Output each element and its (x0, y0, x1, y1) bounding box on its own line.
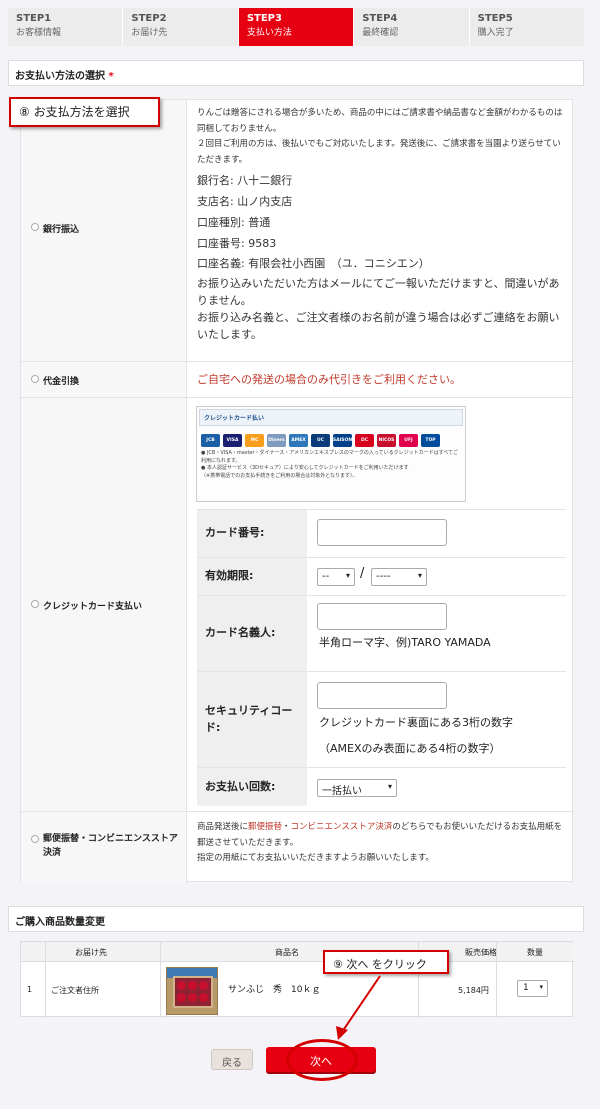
diners-logo-icon: Diners (267, 434, 286, 447)
annotation-circle (286, 1039, 358, 1081)
cod-radio[interactable] (31, 375, 39, 383)
security-code-input[interactable] (317, 682, 447, 709)
back-button[interactable]: 戻る (211, 1049, 253, 1070)
expiry-month-select[interactable]: -- ▾ (317, 568, 355, 586)
annotation-click-next: ⑨ 次へ をクリック (323, 950, 449, 974)
cod-note: ご自宅への発送の場合のみ代引きをご利用ください。 (197, 373, 461, 386)
required-mark: * (108, 71, 114, 82)
step-3-current: STEP3 支払い方法 (238, 8, 355, 46)
quantity-select[interactable]: 1 ▾ (517, 980, 548, 997)
credit-radio[interactable] (31, 600, 39, 608)
ufj-logo-icon: UFJ (399, 434, 418, 447)
product-name: サンふじ 秀 10ｋｇ (228, 985, 321, 995)
step-2: STEP2 お届け先 (123, 8, 239, 46)
bank-account-number: 口座番号: 9583 (197, 236, 277, 250)
uc-logo-icon: UC (311, 434, 330, 447)
installments-row: お支払い回数: 一括払い ▾ (197, 767, 566, 806)
saison-logo-icon: SAISON (333, 434, 352, 447)
card-number-row: カード番号: (197, 509, 566, 557)
bank-account-type: 口座種別: 普通 (197, 215, 271, 229)
card-holder-row: カード名義人: 半角ローマ字、例)TARO YAMADA (197, 595, 566, 671)
mastercard-logo-icon: MC (245, 434, 264, 447)
product-price: 5,184円 (458, 986, 489, 995)
postal-radio[interactable] (31, 835, 39, 843)
chevron-down-icon: ▾ (539, 983, 543, 991)
credit-card-form: カード番号: 有効期限: -- ▾ / ---- ▾ カード名義人: 半角ローマ字、… (197, 509, 566, 806)
chevron-down-icon: ▾ (345, 571, 350, 580)
payment-option-postal[interactable]: 郵便振替・コンビニエンスストア決済 商品発送後に郵便振替・コンビニエンスストア決… (21, 812, 574, 883)
visa-logo-icon: VISA (223, 434, 242, 447)
bank-account-name: 口座名義: 有限会社小西園 （ユ．コニシエン） (197, 257, 430, 271)
nicos-logo-icon: NICOS (377, 434, 396, 447)
order-table: お届け先 商品名 販売価格 数量 1 ご注文者住所 サンふじ 秀 10ｋｇ 5,… (20, 941, 574, 1018)
installments-select[interactable]: 一括払い ▾ (317, 779, 397, 797)
step-progress-bar: STEP1 お客様情報 STEP2 お届け先 STEP3 支払い方法 STEP4 最終確… (8, 8, 584, 46)
cod-label: 代金引換 (43, 377, 80, 387)
card-brand-logos: JCB VISA MC Diners AMEX UC SAISON DC NIC… (197, 428, 461, 447)
card-holder-input[interactable] (317, 603, 447, 630)
security-code-row: セキュリティコード: クレジットカード裏面にある3桁の数字 （AMEXのみ表面に… (197, 671, 566, 767)
expiry-year-select[interactable]: ---- ▾ (371, 568, 427, 586)
payment-option-bank[interactable]: 銀行振込 りんごは贈答にされる場合が多いため、商品の中にはご請求書や納品書など金… (21, 100, 574, 362)
annotation-select-payment: ⑧ お支払方法を選択 (9, 97, 160, 127)
credit-card-brands-box: クレジットカード払い JCB VISA MC Diners AMEX UC SA… (196, 406, 466, 502)
payment-section-title: お支払い方法の選択 * (8, 60, 584, 86)
credit-label: クレジットカード支払い (43, 602, 143, 612)
bank-branch: 支店名: 山ノ内支店 (197, 194, 293, 208)
bank-name: 銀行名: 八十二銀行 (197, 173, 293, 187)
payment-option-cod[interactable]: 代金引換 ご自宅への発送の場合のみ代引きをご利用ください。 (21, 362, 574, 398)
annotation-arrow-icon (336, 975, 381, 1040)
bank-label: 銀行振込 (43, 225, 80, 235)
payment-method-table: 銀行振込 りんごは贈答にされる場合が多いため、商品の中にはご請求書や納品書など金… (20, 99, 574, 883)
convenience-store-link[interactable]: コンビニエンスストア決済 (291, 822, 393, 832)
postal-label: 郵便振替・コンビニエンスストア決済 (43, 834, 178, 859)
chevron-down-icon: ▾ (417, 571, 422, 580)
order-section-title: ご購入商品数量変更 (8, 906, 584, 932)
order-table-header: お届け先 商品名 販売価格 数量 (21, 942, 574, 962)
step-1: STEP1 お客様情報 (8, 8, 124, 46)
dc-logo-icon: DC (355, 434, 374, 447)
top-logo-icon: TOP (421, 434, 440, 447)
amex-logo-icon: AMEX (289, 434, 308, 447)
step-5: STEP5 購入完了 (477, 13, 514, 38)
chevron-down-icon: ▾ (387, 782, 392, 791)
postal-details: 商品発送後に郵便振替・コンビニエンスストア決済のどちらでもお使いいただけるお支払… (197, 822, 563, 864)
postal-transfer-link[interactable]: 郵便振替 (248, 822, 282, 832)
product-thumbnail (166, 967, 218, 1015)
bank-radio[interactable] (31, 223, 39, 231)
expiry-row: 有効期限: -- ▾ / ---- ▾ (197, 557, 566, 595)
step-4: STEP4 最終確認 (354, 8, 470, 46)
checkout-page: STEP1 お客様情報 STEP2 お届け先 STEP3 支払い方法 STEP4 最終確… (0, 0, 600, 1109)
jcb-logo-icon: JCB (201, 434, 220, 447)
bank-details: りんごは贈答にされる場合が多いため、商品の中にはご請求書や納品書など金額がわかる… (197, 106, 566, 344)
card-number-input[interactable] (317, 519, 447, 546)
